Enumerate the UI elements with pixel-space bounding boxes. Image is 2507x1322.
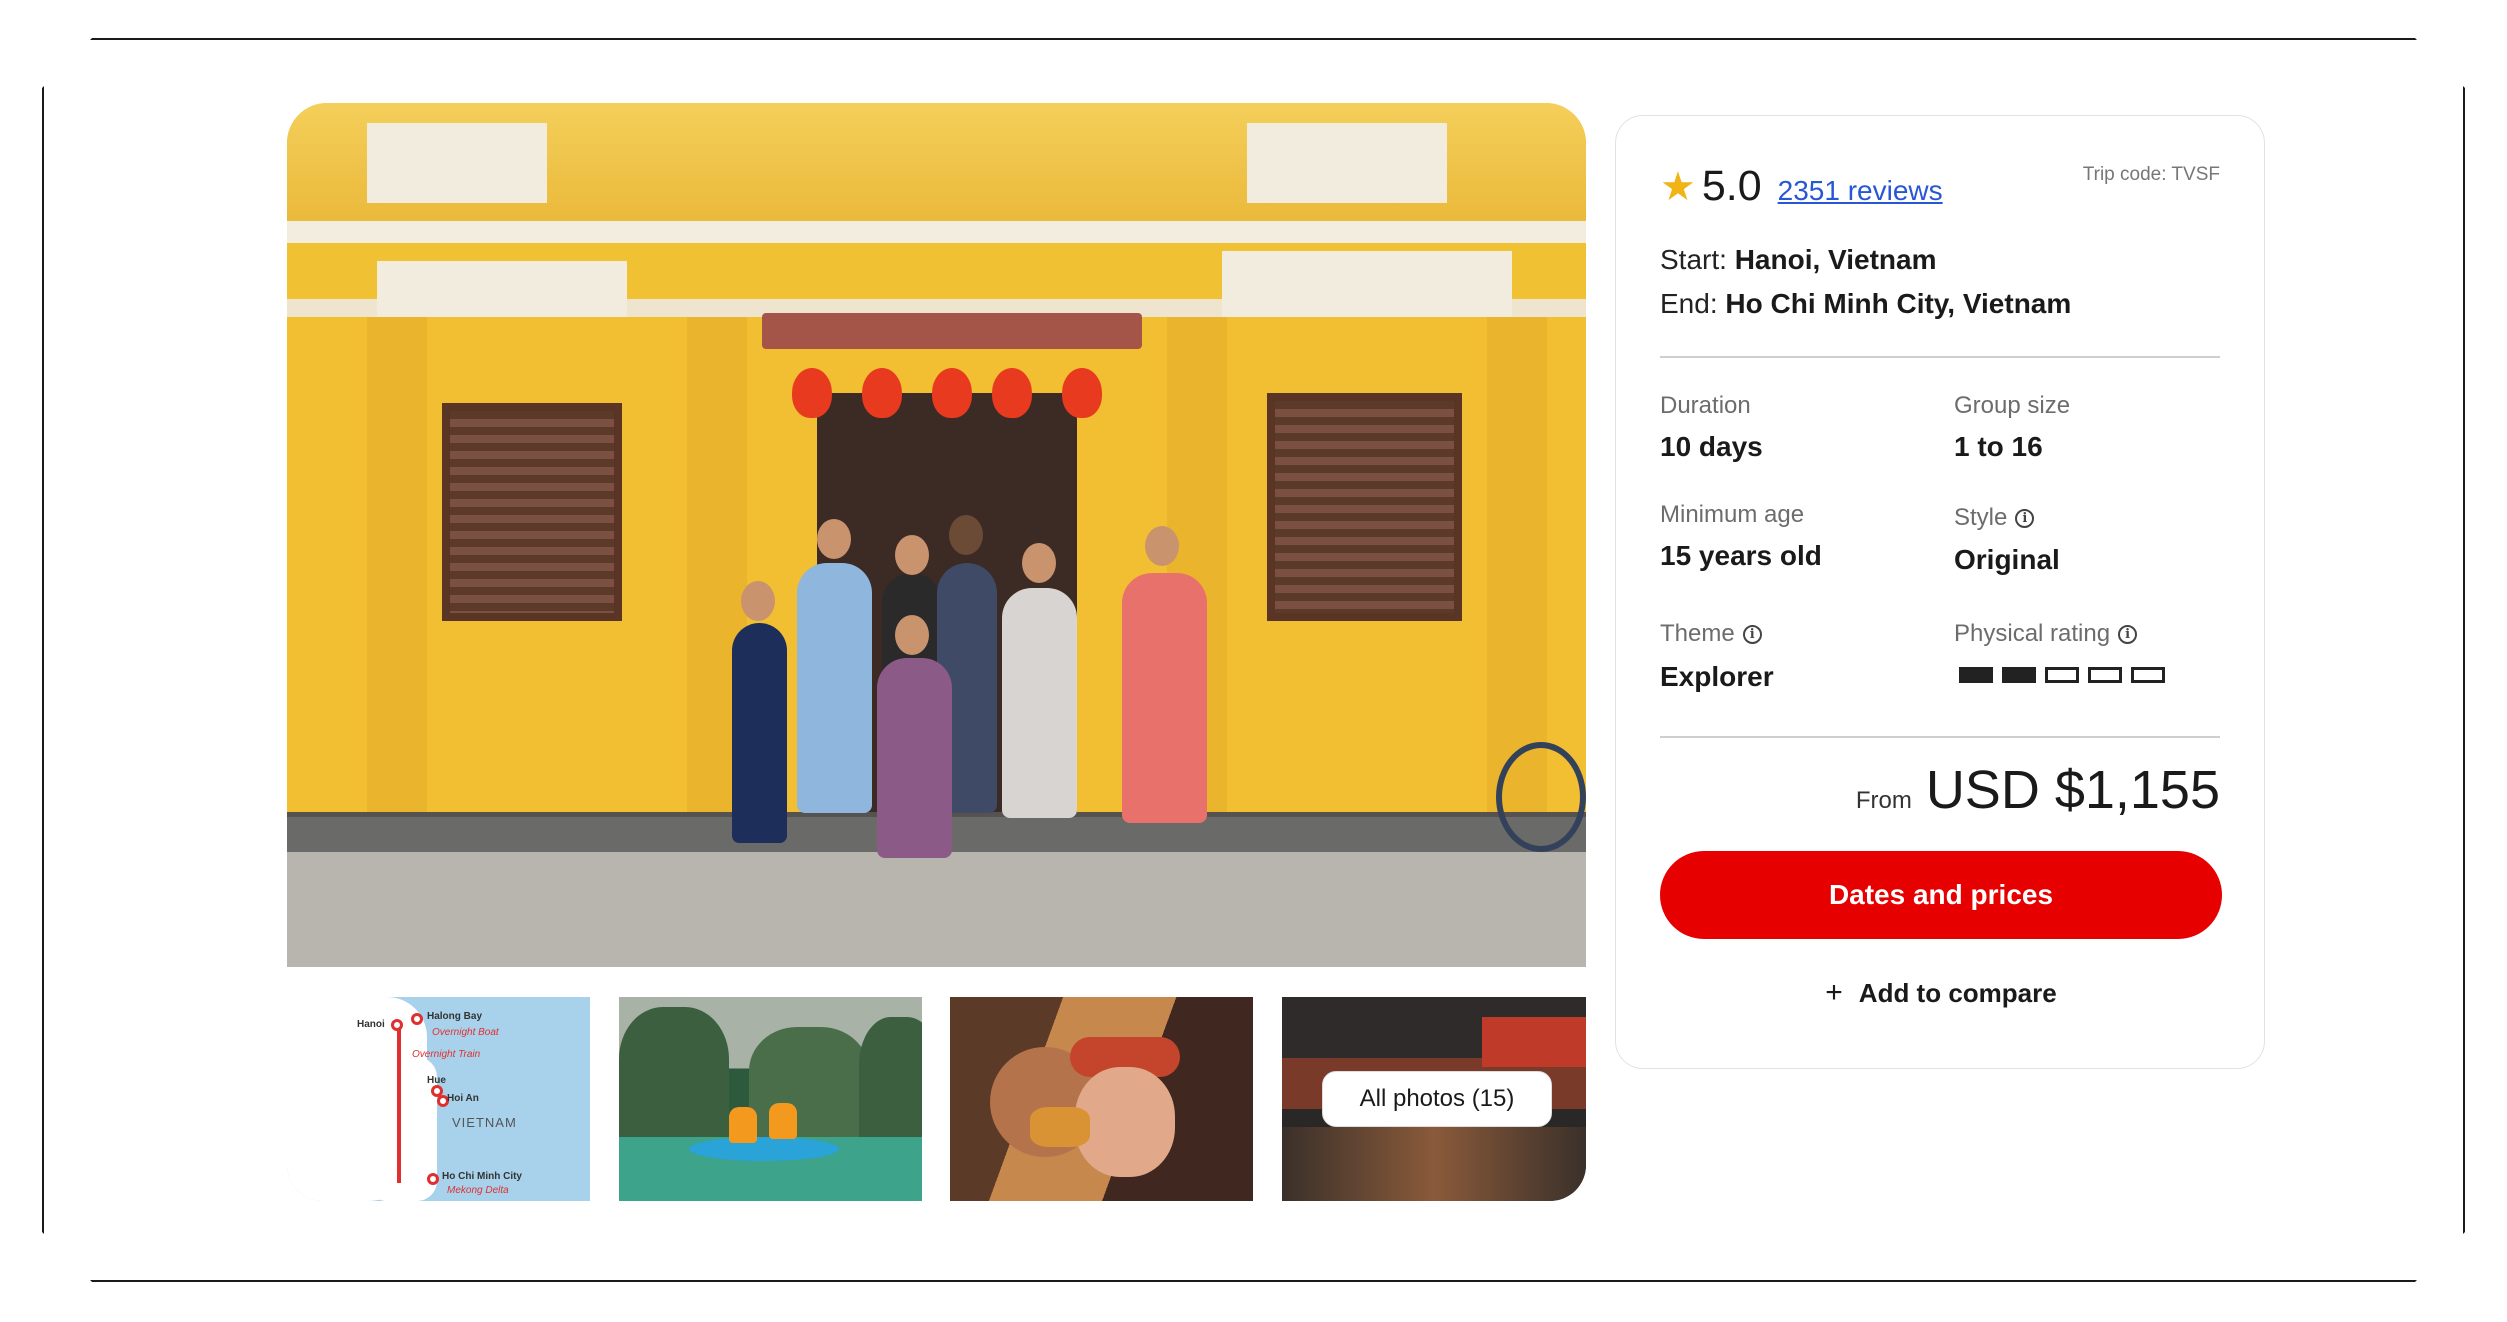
style-info-icon[interactable]: i (2015, 508, 2035, 528)
map-label-hanoi: Hanoi (357, 1019, 385, 1030)
divider (1660, 736, 2220, 738)
duration-label: Duration (1660, 392, 1751, 419)
map-label-boat: Overnight Boat (432, 1027, 499, 1038)
kayak-thumbnail[interactable] (619, 997, 922, 1201)
minimum-age-label: Minimum age (1660, 501, 1805, 528)
minimum-age-value: 15 years old (1660, 540, 1822, 571)
food-thumbnail[interactable] (950, 997, 1253, 1201)
start-label: Start: (1660, 244, 1727, 275)
theme-info-icon[interactable]: i (1742, 624, 1762, 644)
map-label-hue: Hue (427, 1075, 446, 1086)
price: USD $1,155 (1925, 760, 2220, 820)
rating-bar-empty (2088, 667, 2122, 683)
map-label-halong: Halong Bay (427, 1011, 483, 1022)
rating-bar-filled (2002, 667, 2036, 683)
group-size-value: 1 to 16 (1954, 431, 2043, 462)
reviews-link[interactable]: 2351 reviews (1778, 175, 1943, 207)
theme-label-text: Theme (1660, 620, 1735, 647)
map-label-train: Overnight Train (412, 1049, 481, 1060)
start-location: Start: Hanoi, Vietnam (1660, 244, 1936, 276)
rating-value: 5.0 (1701, 162, 1762, 210)
physical-rating-info-icon[interactable]: i (2118, 624, 2138, 644)
map-label-hoian: Hoi An (447, 1093, 479, 1104)
trip-info-card: ★ 5.0 2351 reviews Trip code: TVSF Start… (1615, 115, 2265, 1069)
map-label-mekong: Mekong Delta (447, 1185, 509, 1196)
rating-bar-empty (2045, 667, 2079, 683)
divider (1660, 356, 2220, 358)
rating-bar-empty (2131, 667, 2165, 683)
end-location: End: Ho Chi Minh City, Vietnam (1660, 288, 2071, 320)
plus-icon: + (1825, 976, 1843, 1009)
theme-label: Theme i (1660, 620, 1762, 648)
dates-and-prices-button[interactable]: Dates and prices (1660, 851, 2222, 939)
style-value: Original (1954, 544, 2060, 575)
end-label: End: (1660, 288, 1718, 319)
all-photos-button[interactable]: All photos (15) (1322, 1071, 1552, 1127)
rating-bar-filled (1959, 667, 1993, 683)
from-label: From (1855, 787, 1912, 814)
trip-code: Trip code: TVSF (2082, 164, 2220, 185)
duration-value: 10 days (1660, 431, 1763, 462)
group-size-label: Group size (1954, 392, 2071, 419)
start-value: Hanoi, Vietnam (1734, 244, 1937, 275)
style-label-text: Style (1954, 504, 2008, 531)
add-to-compare-button[interactable]: + Add to compare (1660, 976, 2222, 1010)
physical-rating-bars (1959, 667, 2165, 683)
physical-rating-label-text: Physical rating (1954, 620, 2111, 647)
physical-rating-label: Physical rating i (1954, 620, 2138, 648)
end-value: Ho Chi Minh City, Vietnam (1725, 288, 2072, 319)
style-label: Style i (1954, 504, 2035, 532)
add-to-compare-label: Add to compare (1858, 977, 2057, 1008)
hero-photo[interactable] (287, 103, 1586, 967)
map-label-hcmc: Ho Chi Minh City (442, 1171, 522, 1182)
theme-value: Explorer (1660, 661, 1774, 692)
map-label-vietnam: VIETNAM (452, 1115, 517, 1130)
star-icon: ★ (1660, 165, 1696, 209)
map-thumbnail[interactable]: Hanoi Halong Bay Overnight Boat Overnigh… (287, 997, 590, 1201)
